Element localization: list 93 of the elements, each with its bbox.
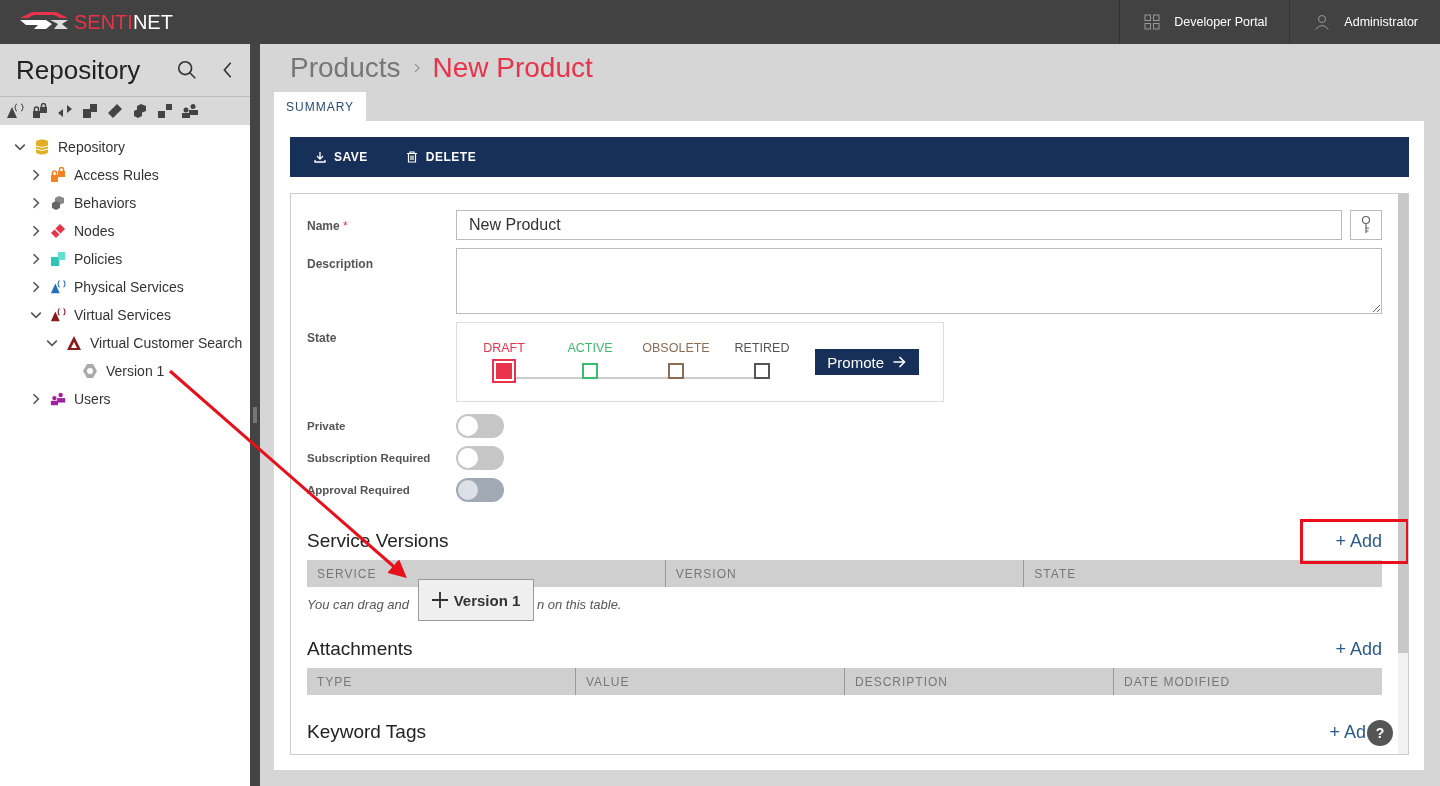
state-marker[interactable]: [668, 363, 684, 379]
key-button[interactable]: [1350, 210, 1382, 240]
arrow-icon: [892, 356, 907, 368]
user-menu[interactable]: Administrator: [1289, 0, 1440, 44]
gear-icon: [82, 363, 98, 379]
blocks-filter-icon[interactable]: [156, 103, 174, 119]
tree-item[interactable]: Virtual Services: [74, 307, 171, 323]
tab[interactable]: SUMMARY: [274, 92, 367, 121]
expand-chevron-icon[interactable]: [30, 225, 42, 237]
tree-item[interactable]: Users: [74, 391, 111, 407]
breadcrumb-item: New Product: [432, 52, 593, 84]
toggle-switch[interactable]: [456, 446, 504, 470]
arrows-filter-icon[interactable]: [56, 103, 74, 119]
state-label: ACTIVE: [567, 341, 613, 355]
field-label: State: [307, 330, 338, 345]
collapse-chevron-icon[interactable]: [46, 337, 58, 349]
diamond-filter-icon[interactable]: [106, 103, 124, 119]
name-field[interactable]: New Product: [456, 210, 1342, 240]
lock-icon: [50, 167, 66, 183]
section-title: Keyword Tags: [307, 721, 426, 743]
tree-item[interactable]: Physical Services: [74, 279, 184, 295]
people-icon: [50, 391, 66, 407]
expand-chevron-icon[interactable]: [30, 169, 42, 181]
expand-chevron-icon[interactable]: [30, 281, 42, 293]
column-header: DATE MODIFIED: [1113, 668, 1382, 695]
expand-chevron-icon[interactable]: [30, 393, 42, 405]
portal-link[interactable]: Developer Portal: [1119, 0, 1290, 44]
tree-item[interactable]: Access Rules: [74, 167, 159, 183]
lock-filter-icon[interactable]: [31, 103, 49, 119]
service-icon: [50, 279, 66, 295]
tree-item[interactable]: Virtual Customer Search: [90, 335, 243, 351]
description-field[interactable]: [456, 248, 1382, 314]
field-label: Subscription Required: [307, 452, 432, 464]
column-header: STATE: [1023, 560, 1382, 587]
hint-text: You can drag and: [307, 597, 409, 612]
add-link[interactable]: + Add: [1335, 638, 1382, 660]
tree-item[interactable]: Behaviors: [74, 195, 137, 211]
state-label: OBSOLETE: [642, 341, 710, 355]
field-label: Private: [307, 420, 347, 432]
tree-item[interactable]: Version 1: [106, 363, 165, 379]
tree-item[interactable]: Policies: [74, 251, 123, 267]
field-label: Description: [307, 256, 374, 271]
state-marker[interactable]: [582, 363, 598, 379]
section-title: Attachments: [307, 638, 413, 660]
diamond-icon: [50, 223, 66, 239]
search-icon[interactable]: [176, 59, 198, 81]
toggle-switch[interactable]: [456, 414, 504, 438]
trash-icon: [405, 151, 418, 163]
state-label: DRAFT: [483, 341, 525, 355]
triangle-icon: [66, 335, 82, 351]
expand-chevron-icon[interactable]: [30, 253, 42, 265]
database-icon: [34, 139, 50, 155]
sidebar-title: Repository: [16, 54, 142, 86]
promote-button[interactable]: Promote: [815, 349, 919, 375]
hexagons-icon: [50, 195, 66, 211]
plus-icon: [431, 592, 448, 608]
download-icon: [314, 151, 326, 163]
field-label: Name *: [307, 218, 349, 233]
collapse-chevron-icon[interactable]: [30, 309, 42, 321]
logo-wordmark: SENTI: [74, 10, 133, 34]
scrollbar[interactable]: [1398, 194, 1408, 754]
service-icon: [50, 307, 66, 323]
column-header: VERSION: [664, 560, 1024, 587]
collapse-icon[interactable]: [222, 61, 234, 79]
column-header: DESCRIPTION: [844, 668, 1113, 695]
logo-wordmark-suffix: NET: [132, 10, 173, 34]
column-header: VALUE: [575, 668, 844, 695]
collapse-chevron-icon[interactable]: [14, 141, 26, 153]
service-filter-icon[interactable]: [6, 103, 24, 119]
grid-icon: [1144, 14, 1161, 30]
user-icon: [1314, 14, 1331, 30]
field-label: Approval Required: [307, 484, 411, 496]
hint-text: n on this table.: [536, 597, 622, 612]
state-marker[interactable]: [492, 359, 516, 383]
save-button[interactable]: SAVE: [314, 150, 368, 164]
tree-item[interactable]: Repository: [58, 139, 125, 155]
tree-item[interactable]: Nodes: [74, 223, 115, 239]
help-button[interactable]: ?: [1367, 720, 1393, 746]
column-header: TYPE: [316, 674, 354, 691]
state-label: RETIRED: [734, 341, 790, 355]
people-filter-icon[interactable]: [181, 103, 199, 119]
add-link[interactable]: + Ad: [1329, 721, 1366, 743]
squares-icon: [50, 251, 66, 267]
add-link[interactable]: + Add: [1300, 518, 1408, 564]
key-icon: [1360, 215, 1372, 235]
squares-filter-icon[interactable]: [81, 103, 99, 119]
column-header: SERVICE: [316, 566, 378, 583]
state-marker[interactable]: [754, 363, 770, 379]
delete-button[interactable]: DELETE: [405, 150, 477, 164]
expand-chevron-icon[interactable]: [30, 197, 42, 209]
chevron-icon: [412, 62, 421, 74]
hexagons-filter-icon[interactable]: [131, 103, 149, 119]
drag-item: Version 1: [418, 579, 534, 621]
